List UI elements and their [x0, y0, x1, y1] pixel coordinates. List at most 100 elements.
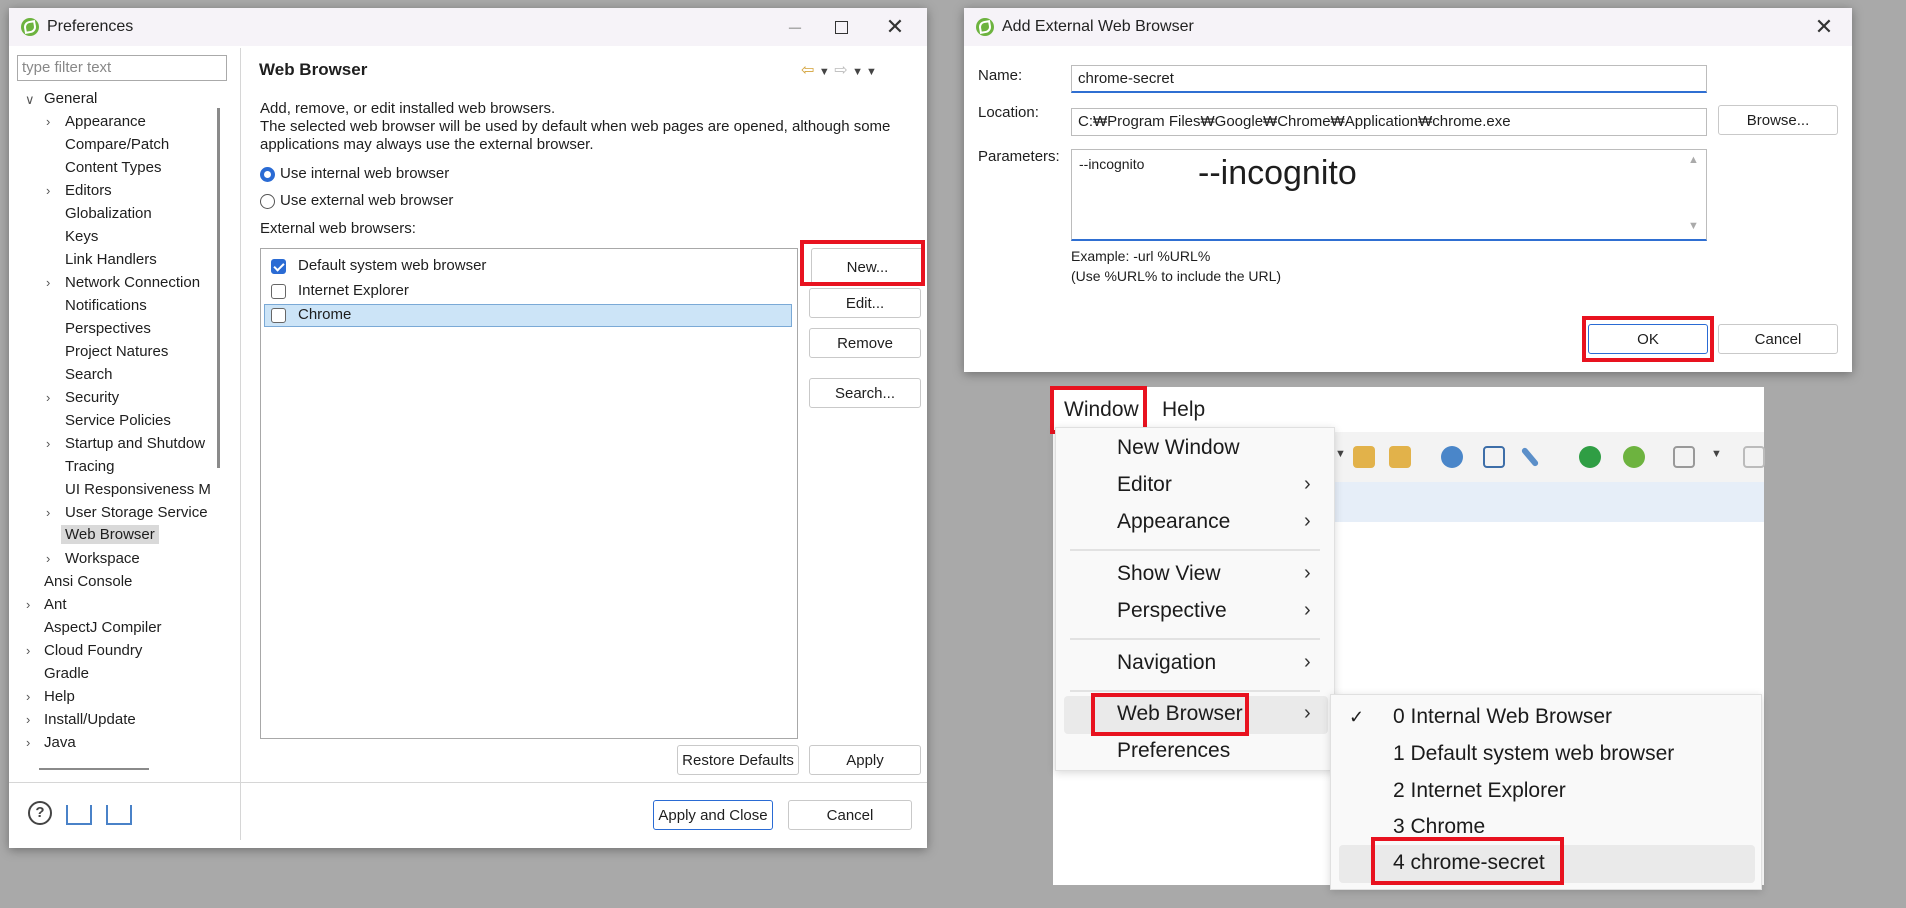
monitor-icon[interactable] [1483, 446, 1505, 468]
open-folder-icon[interactable] [1353, 446, 1375, 468]
dropdown-icon[interactable]: ▼ [1711, 448, 1722, 460]
submenu-item-internal[interactable]: 0 Internal Web Browser [1393, 705, 1612, 729]
page-icon[interactable] [1743, 446, 1765, 468]
tree-item-service-policies[interactable]: Service Policies [65, 412, 171, 429]
import-icon[interactable] [66, 805, 92, 825]
browser-list-item[interactable]: Chrome [298, 306, 351, 323]
tree-item-web-browser[interactable]: Web Browser [61, 525, 159, 544]
tree-item-gradle[interactable]: Gradle [44, 665, 89, 682]
spring-boot-icon[interactable] [1623, 446, 1645, 468]
tree-item-perspectives[interactable]: Perspectives [65, 320, 151, 337]
browse-button[interactable]: Browse... [1718, 105, 1838, 135]
tree-item-content-types[interactable]: Content Types [65, 159, 161, 176]
parameters-field[interactable]: --incognito --incognito ▲ ▼ [1071, 149, 1707, 241]
close-icon[interactable]: ✕ [1804, 14, 1844, 40]
filter-input[interactable]: type filter text [17, 55, 227, 81]
menu-item-editor[interactable]: Editor [1117, 473, 1172, 497]
chevron-right-icon[interactable]: › [46, 183, 50, 198]
search-button[interactable]: Search... [809, 378, 921, 408]
browser-list-item[interactable]: Internet Explorer [298, 282, 409, 299]
minimize-icon[interactable]: – [775, 14, 815, 40]
scroll-down-icon[interactable]: ▼ [1688, 220, 1699, 232]
export-icon[interactable] [106, 805, 132, 825]
tree-hscrollbar[interactable] [39, 768, 149, 770]
submenu-item-chrome[interactable]: 3 Chrome [1393, 815, 1485, 839]
tree-item-help[interactable]: Help [44, 688, 75, 705]
menu-item-perspective[interactable]: Perspective [1117, 599, 1227, 623]
tree-item-network[interactable]: Network Connection [65, 274, 200, 291]
browser-list-item[interactable]: Default system web browser [298, 257, 486, 274]
tree-item-ansi-console[interactable]: Ansi Console [44, 573, 132, 590]
tree-item-startup[interactable]: Startup and Shutdow [65, 435, 205, 452]
tree-item-tracing[interactable]: Tracing [65, 458, 114, 475]
tree-item-cloud-foundry[interactable]: Cloud Foundry [44, 642, 142, 659]
chevron-down-icon[interactable]: ∨ [25, 92, 35, 108]
tree-item-link-handlers[interactable]: Link Handlers [65, 251, 157, 268]
plug-icon[interactable] [1520, 446, 1540, 468]
menu-item-new-window[interactable]: New Window [1117, 436, 1240, 460]
tree-item-java[interactable]: Java [44, 734, 76, 751]
chevron-right-icon[interactable]: › [46, 275, 50, 290]
tree-item-ui-responsiveness[interactable]: UI Responsiveness M [65, 481, 211, 498]
apply-and-close-button[interactable]: Apply and Close [653, 800, 773, 830]
tree-item-search[interactable]: Search [65, 366, 113, 383]
menubar-help[interactable]: Help [1162, 398, 1205, 422]
chevron-right-icon: › [1304, 702, 1311, 724]
tree-item-keys[interactable]: Keys [65, 228, 98, 245]
chevron-right-icon[interactable]: › [46, 505, 50, 520]
tree-item-user-storage[interactable]: User Storage Service [65, 504, 208, 521]
chevron-right-icon[interactable]: › [26, 712, 30, 727]
tree-item-ant[interactable]: Ant [44, 596, 67, 613]
dropdown-icon[interactable]: ▼ [1335, 448, 1346, 460]
tree-item-security[interactable]: Security [65, 389, 119, 406]
globe-icon[interactable] [1441, 446, 1463, 468]
chevron-right-icon[interactable]: › [46, 551, 50, 566]
maximize-icon[interactable] [821, 14, 861, 40]
chevron-right-icon[interactable]: › [46, 436, 50, 451]
chevron-right-icon[interactable]: › [46, 114, 50, 129]
tree-item-aspectj[interactable]: AspectJ Compiler [44, 619, 162, 636]
nav-arrows[interactable]: ⇦ ▼ ⇨ ▼ ▼ [801, 60, 877, 80]
tree-item-globalization[interactable]: Globalization [65, 205, 152, 222]
chevron-right-icon[interactable]: › [26, 735, 30, 750]
download-icon[interactable] [1673, 446, 1695, 468]
power-icon[interactable] [1579, 446, 1601, 468]
menu-item-preferences[interactable]: Preferences [1117, 739, 1230, 763]
tree-scrollbar[interactable] [217, 108, 220, 468]
tree-item-install-update[interactable]: Install/Update [44, 711, 136, 728]
location-field[interactable]: C:₩Program Files₩Google₩Chrome₩Applicati… [1071, 108, 1707, 136]
tree-item-project-natures[interactable]: Project Natures [65, 343, 168, 360]
scroll-up-icon[interactable]: ▲ [1688, 154, 1699, 166]
remove-button[interactable]: Remove [809, 328, 921, 358]
tree-item-notifications[interactable]: Notifications [65, 297, 147, 314]
close-icon[interactable]: ✕ [875, 14, 915, 40]
menu-item-show-view[interactable]: Show View [1117, 562, 1221, 586]
tree-item-general[interactable]: General [44, 90, 97, 107]
edit-button[interactable]: Edit... [809, 288, 921, 318]
radio-external[interactable] [260, 194, 275, 209]
help-icon[interactable]: ? [28, 801, 52, 825]
apply-button[interactable]: Apply [809, 745, 921, 775]
chevron-right-icon[interactable]: › [26, 643, 30, 658]
chevron-right-icon[interactable]: › [26, 597, 30, 612]
tree-item-appearance[interactable]: Appearance [65, 113, 146, 130]
menu-item-appearance[interactable]: Appearance [1117, 510, 1230, 534]
cancel-button[interactable]: Cancel [788, 800, 912, 830]
browser-list[interactable]: Default system web browser Internet Expl… [260, 248, 798, 739]
submenu-item-default-system[interactable]: 1 Default system web browser [1393, 742, 1674, 766]
dialog-cancel-button[interactable]: Cancel [1718, 324, 1838, 354]
tree-item-workspace[interactable]: Workspace [65, 550, 140, 567]
name-field[interactable]: chrome-secret [1071, 65, 1707, 93]
submenu-item-ie[interactable]: 2 Internet Explorer [1393, 779, 1566, 803]
menu-item-navigation[interactable]: Navigation [1117, 651, 1216, 675]
tree-item-editors[interactable]: Editors [65, 182, 112, 199]
browser-checkbox[interactable] [271, 308, 286, 323]
browser-checkbox[interactable] [271, 284, 286, 299]
open-folder-icon[interactable] [1389, 446, 1411, 468]
browser-checkbox[interactable] [271, 259, 286, 274]
tree-item-compare[interactable]: Compare/Patch [65, 136, 169, 153]
restore-defaults-button[interactable]: Restore Defaults [677, 745, 799, 775]
chevron-right-icon[interactable]: › [26, 689, 30, 704]
radio-internal[interactable] [260, 167, 275, 182]
chevron-right-icon[interactable]: › [46, 390, 50, 405]
